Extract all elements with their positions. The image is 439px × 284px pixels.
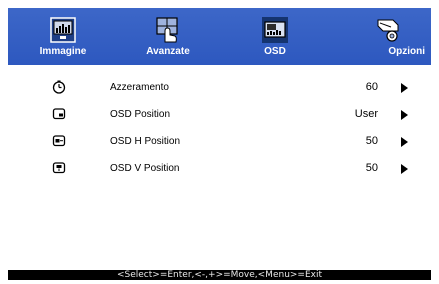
picture-icon — [50, 17, 76, 43]
right-arrow-icon — [401, 164, 408, 174]
menu-item-value: User — [354, 108, 378, 120]
tab-label: OSD — [264, 46, 286, 57]
timer-icon — [52, 80, 66, 94]
menu-item-azzeramento[interactable]: Azzeramento 60 — [8, 78, 431, 98]
tab-immagine[interactable]: Immagine — [18, 8, 108, 65]
right-arrow-icon — [401, 83, 408, 93]
right-arrow-icon — [401, 137, 408, 147]
menu-item-label: OSD Position — [110, 109, 171, 120]
options-icon — [377, 19, 399, 42]
osd-icon — [262, 17, 288, 43]
tab-opzioni[interactable]: Opzioni — [345, 8, 431, 65]
osd-h-position-icon — [52, 135, 66, 147]
menu-item-value: 50 — [365, 162, 378, 174]
tab-avanzate[interactable]: Avanzate — [123, 8, 213, 65]
menu-item-osd-position[interactable]: OSD Position User — [8, 105, 431, 125]
tab-label: Avanzate — [146, 46, 190, 57]
tab-label: Immagine — [39, 46, 87, 57]
tab-label: Opzioni — [388, 46, 425, 57]
tab-bar: Immagine Avanzate OSD Opzioni — [8, 8, 431, 65]
status-bar: <Select>=Enter,<-,+>=Move,<Menu>=Exit — [8, 270, 431, 280]
tab-osd[interactable]: OSD — [230, 8, 320, 65]
menu-item-label: OSD V Position — [110, 163, 180, 174]
menu-item-label: Azzeramento — [110, 82, 169, 93]
menu-item-label: OSD H Position — [110, 136, 181, 147]
osd-position-icon — [52, 108, 66, 120]
osd-v-position-icon — [52, 162, 66, 174]
right-arrow-icon — [401, 110, 408, 120]
menu-item-value: 60 — [365, 81, 378, 93]
menu-item-osd-h-position[interactable]: OSD H Position 50 — [8, 132, 431, 152]
menu-item-value: 50 — [365, 135, 378, 147]
osd-menu: Immagine Avanzate OSD Opzioni Azzerament… — [8, 8, 431, 280]
menu-item-osd-v-position[interactable]: OSD V Position 50 — [8, 159, 431, 179]
advanced-icon — [156, 17, 178, 43]
